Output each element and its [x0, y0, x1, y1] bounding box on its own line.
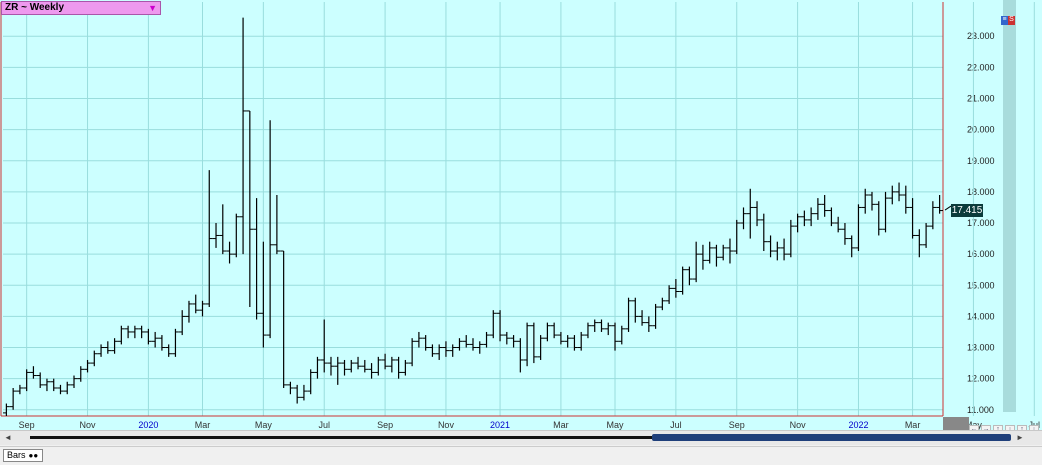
y-tick-label: 21.000: [967, 93, 995, 103]
y-tick-label: 17.000: [967, 218, 995, 228]
scroll-thumb[interactable]: [652, 434, 1011, 441]
y-tick-label: 14.000: [967, 311, 995, 321]
x-tick-label: Sep: [19, 420, 35, 430]
y-tick-label: 23.000: [967, 31, 995, 41]
status-bar: Bars ●●: [0, 446, 1042, 465]
symbol-selector[interactable]: ZR ~ Weekly ▼: [1, 1, 161, 15]
x-tick-label: Nov: [438, 420, 455, 430]
chart-area[interactable]: 11.000 12.000 13.000 14.000 15.000 16.000 17.0…: [0, 0, 1042, 435]
x-tick-label: Nov: [80, 420, 97, 430]
x-tick-label: Mar: [905, 420, 921, 430]
chevron-down-icon[interactable]: ▼: [148, 2, 157, 14]
last-price-label: 17.415: [951, 204, 983, 218]
menu-icon[interactable]: ≡: [1001, 16, 1008, 25]
x-tick-label: Jul: [670, 420, 682, 430]
navigation-buttons[interactable]: ←→↑↓↑↓: [969, 418, 1041, 435]
y-tick-label: 11.000: [967, 405, 994, 415]
x-tick-label: 2022: [848, 420, 868, 430]
x-tick-label: Mar: [195, 420, 211, 430]
y-tick-label: 20.000: [967, 125, 995, 135]
y-tick-label: 22.000: [967, 62, 995, 72]
y-tick-label: 16.000: [967, 249, 995, 259]
x-tick-label: Nov: [790, 420, 807, 430]
bars-tab[interactable]: Bars ●●: [3, 449, 43, 462]
corner-buttons[interactable]: ≡ S: [1001, 8, 1015, 25]
symbol-title: ZR ~ Weekly: [5, 2, 65, 13]
settings-icon[interactable]: S: [1008, 16, 1015, 25]
scroll-left-arrow-icon[interactable]: ◄: [4, 433, 12, 442]
y-tick-label: 18.000: [967, 187, 995, 197]
x-tick-label: Sep: [729, 420, 745, 430]
bars-tab-label: Bars: [7, 450, 26, 460]
x-tick-label: Sep: [377, 420, 393, 430]
scroll-right-arrow-icon[interactable]: ►: [1016, 433, 1024, 442]
right-scroll-strip[interactable]: [1003, 0, 1016, 412]
x-tick-label: May: [607, 420, 625, 430]
y-tick-label: 12.000: [967, 374, 995, 384]
x-tick-label: 2020: [138, 420, 158, 430]
x-tick-label: Mar: [553, 420, 569, 430]
y-tick-label: 15.000: [967, 280, 995, 290]
scroll-end-tab[interactable]: [943, 417, 969, 430]
x-tick-label: Jul: [318, 420, 330, 430]
x-tick-label: 2021: [490, 420, 510, 430]
y-tick-label: 19.000: [967, 156, 995, 166]
price-chart[interactable]: 11.000 12.000 13.000 14.000 15.000 16.000 17.0…: [0, 0, 1042, 430]
horizontal-scrollbar[interactable]: ◄ ►: [0, 430, 1042, 445]
y-tick-label: 13.000: [967, 343, 995, 353]
x-tick-label: May: [255, 420, 273, 430]
bars-tab-icon: ●●: [28, 451, 39, 460]
